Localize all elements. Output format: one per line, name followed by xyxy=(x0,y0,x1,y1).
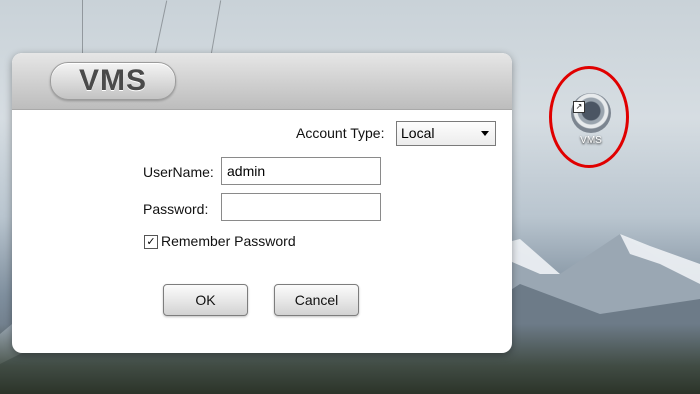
dialog-titlebar: VMS xyxy=(12,53,512,110)
login-dialog: VMS Account Type: Local UserName: Passwo… xyxy=(12,53,512,353)
desktop-icon-label: VMS xyxy=(580,135,602,146)
username-field[interactable] xyxy=(221,157,381,185)
desktop-icon-vms[interactable]: ↗ VMS xyxy=(568,93,614,153)
account-type-select[interactable]: Local xyxy=(396,121,496,146)
power-line xyxy=(209,0,222,60)
chevron-down-icon xyxy=(481,131,489,136)
ok-button[interactable]: OK xyxy=(163,284,248,316)
account-type-label: Account Type: xyxy=(296,125,385,141)
account-type-value: Local xyxy=(401,125,435,141)
power-line xyxy=(82,0,83,60)
password-field[interactable] xyxy=(221,193,381,221)
shortcut-arrow-icon: ↗ xyxy=(573,101,585,113)
remember-password-checkbox[interactable]: ✓ xyxy=(144,235,158,249)
power-line xyxy=(153,0,168,60)
username-label: UserName: xyxy=(143,164,214,180)
password-label: Password: xyxy=(143,201,209,217)
vms-logo: VMS xyxy=(50,62,176,100)
remember-password-label: Remember Password xyxy=(161,233,296,249)
vms-app-icon: ↗ xyxy=(571,93,611,133)
cancel-button[interactable]: Cancel xyxy=(274,284,359,316)
